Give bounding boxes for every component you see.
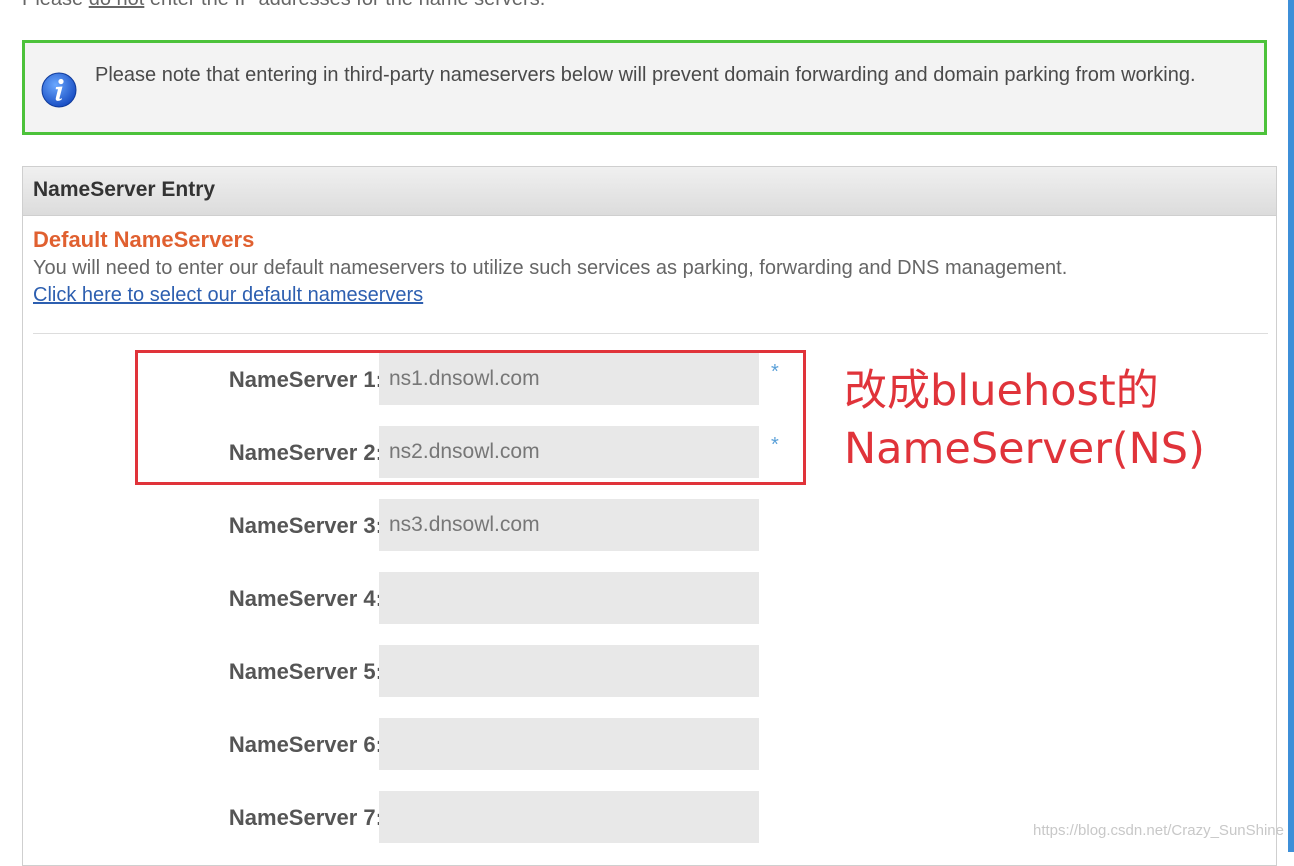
annotation-line-1: 改成bluehost的 (844, 366, 1159, 416)
nameserver-6-label: NameServer 6: (228, 732, 383, 757)
info-icon (41, 72, 77, 108)
ip-warning-note: Please do not enter the IP addresses for… (22, 0, 545, 11)
highlight-annotation-box (135, 350, 806, 485)
note-suffix: enter the IP addresses for the name serv… (144, 0, 545, 10)
nameserver-7-label: NameServer 7: (228, 805, 383, 830)
info-notice-box: Please note that entering in third-party… (22, 40, 1267, 135)
panel-header: NameServer Entry (23, 167, 1276, 216)
nameserver-5-input[interactable] (379, 645, 759, 697)
nameserver-3-label: NameServer 3: (228, 513, 383, 538)
nameserver-4-input[interactable] (379, 572, 759, 624)
nameserver-row-7: NameServer 7: (23, 791, 823, 845)
nameserver-row-5: NameServer 5: (23, 645, 823, 699)
nameserver-row-4: NameServer 4: (23, 572, 823, 626)
select-default-nameservers-link[interactable]: Click here to select our default nameser… (33, 284, 423, 307)
info-notice-text: Please note that entering in third-party… (95, 64, 1196, 86)
note-prefix: Please (22, 0, 89, 10)
annotation-line-2: NameServer(NS) (844, 424, 1205, 474)
nameserver-6-input[interactable] (379, 718, 759, 770)
nameserver-row-6: NameServer 6: (23, 718, 823, 772)
section-description: You will need to enter our default names… (33, 257, 1068, 279)
nameserver-3-input[interactable] (379, 499, 759, 551)
annotation-text: 改成bluehost的 NameServer(NS) (844, 362, 1205, 478)
nameserver-4-label: NameServer 4: (228, 586, 383, 611)
nameserver-entry-panel: NameServer Entry Default NameServers You… (22, 166, 1277, 866)
section-title: Default NameServers (33, 227, 255, 252)
watermark: https://blog.csdn.net/Crazy_SunShine (1033, 822, 1284, 839)
nameserver-7-input[interactable] (379, 791, 759, 843)
nameserver-row-3: NameServer 3: (23, 499, 823, 553)
note-emphasis: do not (89, 0, 145, 10)
section-divider (33, 333, 1268, 334)
window-right-edge (1288, 0, 1294, 852)
nameserver-5-label: NameServer 5: (228, 659, 383, 684)
